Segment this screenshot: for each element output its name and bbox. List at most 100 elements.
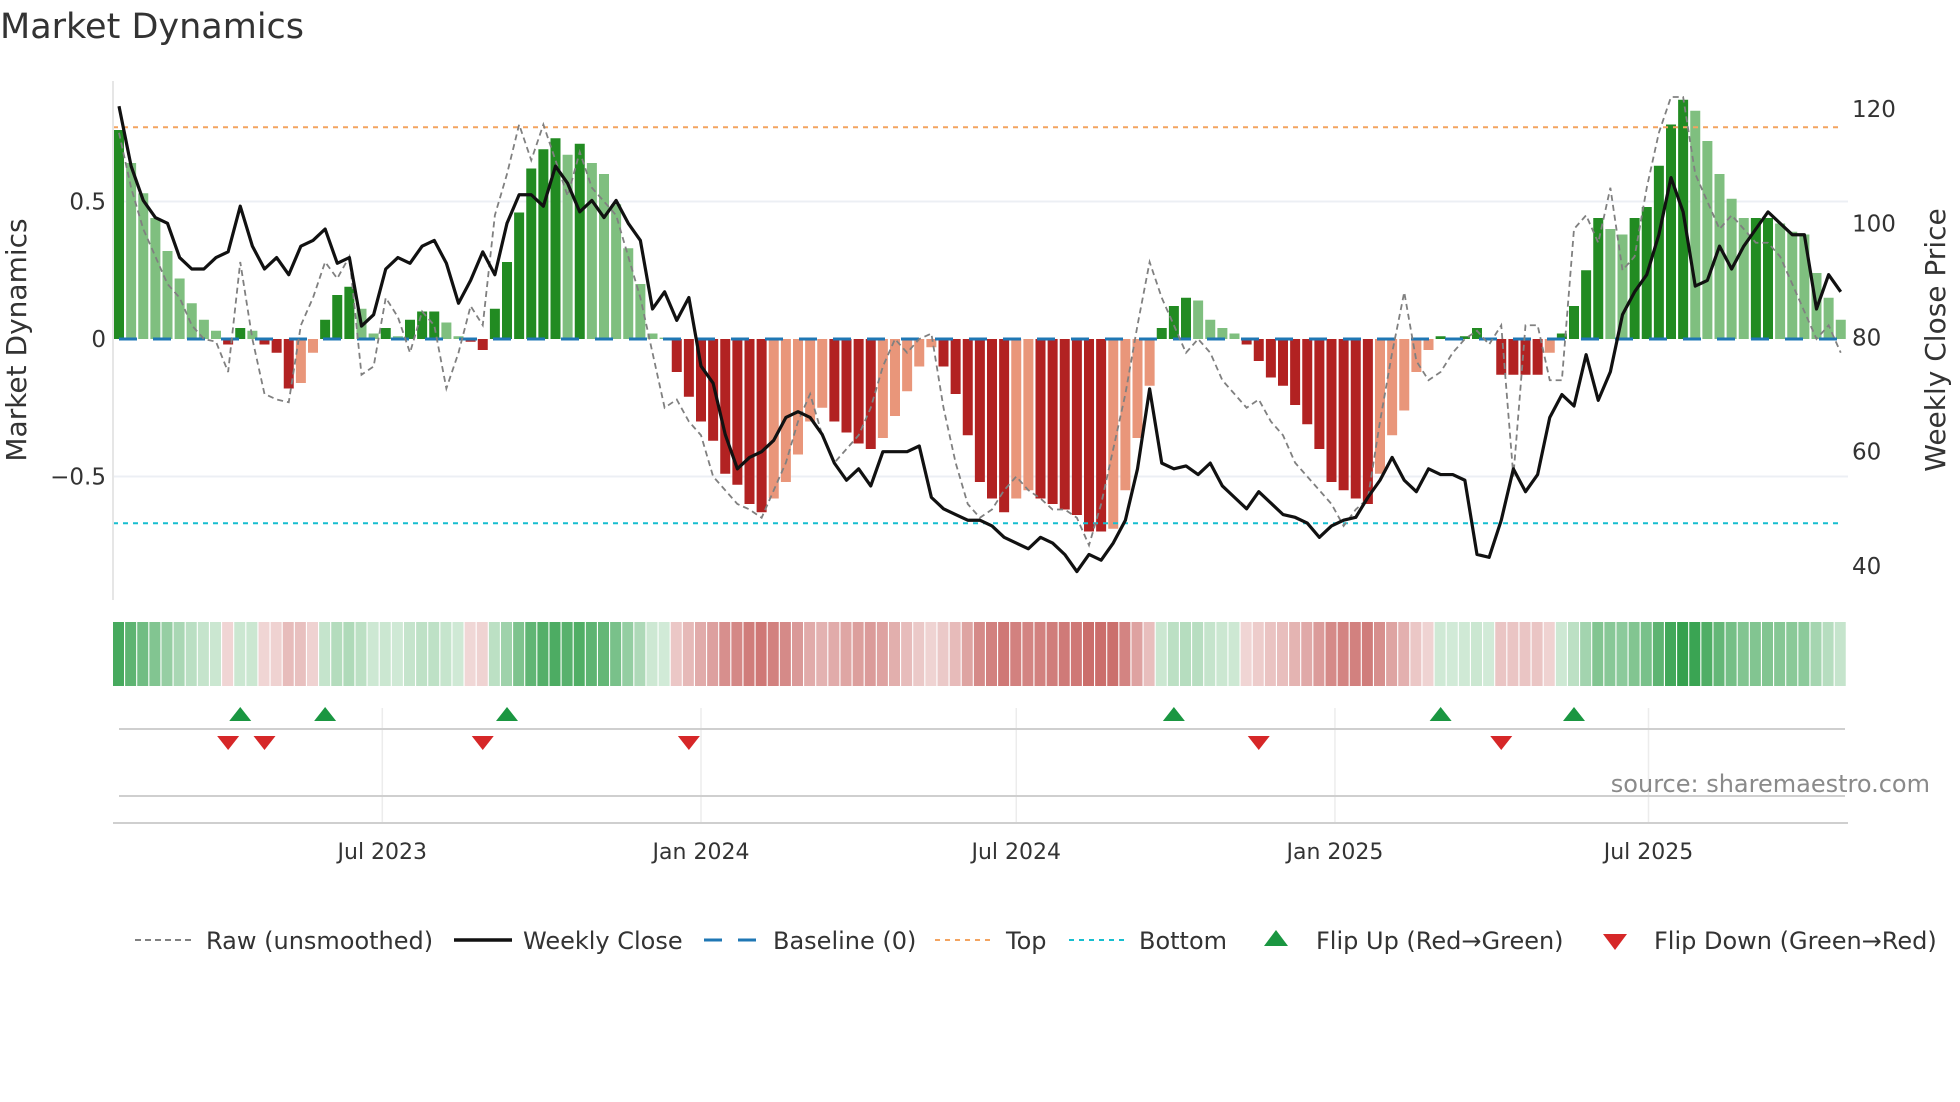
momentum-bar bbox=[1508, 339, 1519, 375]
regime-strip-cell bbox=[1301, 622, 1313, 686]
momentum-bar bbox=[586, 163, 597, 339]
legend-label: Raw (unsmoothed) bbox=[206, 927, 433, 955]
regime-strip-cell bbox=[1677, 622, 1689, 686]
regime-strip-cell bbox=[307, 622, 318, 686]
momentum-bar bbox=[720, 339, 731, 474]
momentum-bar bbox=[1496, 339, 1507, 375]
momentum-bar bbox=[295, 339, 306, 383]
regime-strip-cell bbox=[1058, 622, 1070, 686]
regime-strip-cell bbox=[598, 622, 609, 686]
regime-strip-cell bbox=[864, 622, 876, 686]
regime-strip-cell bbox=[561, 622, 573, 686]
momentum-bar bbox=[1217, 328, 1228, 339]
regime-strip-cell bbox=[1034, 622, 1046, 686]
regime-strip-cell bbox=[1325, 622, 1337, 686]
regime-strip-cell bbox=[973, 622, 985, 686]
regime-strip-cell bbox=[913, 622, 925, 686]
regime-strip-cell bbox=[1422, 622, 1434, 686]
momentum-bar bbox=[1593, 218, 1604, 339]
momentum-bar bbox=[174, 278, 185, 339]
momentum-bar bbox=[1047, 339, 1058, 504]
legend-label: Weekly Close bbox=[523, 927, 683, 955]
regime-strip-cell bbox=[1192, 622, 1204, 686]
momentum-bar bbox=[950, 339, 961, 394]
momentum-bar bbox=[1011, 339, 1022, 499]
momentum-bar bbox=[1314, 339, 1325, 449]
regime-strip-cell bbox=[901, 622, 913, 686]
regime-strip-cell bbox=[1580, 622, 1592, 686]
momentum-bar bbox=[235, 328, 246, 339]
regime-strip-cell bbox=[1095, 622, 1107, 686]
regime-strip-cell bbox=[1483, 622, 1495, 686]
regime-strip-cell bbox=[1070, 622, 1082, 686]
momentum-bar bbox=[1168, 306, 1179, 339]
regime-strip-cell bbox=[949, 622, 961, 686]
regime-strip-cell bbox=[549, 622, 561, 686]
momentum-bar bbox=[1108, 339, 1119, 529]
momentum-bar bbox=[914, 339, 925, 367]
regime-strip-cell bbox=[731, 622, 743, 686]
regime-strip-cell bbox=[1604, 622, 1616, 686]
flip-up-marker bbox=[1162, 707, 1185, 721]
regime-strip-cell bbox=[440, 622, 452, 686]
momentum-bar bbox=[1096, 339, 1107, 532]
regime-strip-cell bbox=[1167, 622, 1179, 686]
regime-strip-cell bbox=[210, 622, 221, 686]
momentum-bar bbox=[1362, 339, 1373, 504]
momentum-bar bbox=[1229, 333, 1240, 339]
regime-strip-cell bbox=[1313, 622, 1325, 686]
regime-strip-cell bbox=[767, 622, 779, 686]
momentum-bar bbox=[1132, 339, 1143, 438]
regime-strip-cell bbox=[161, 622, 173, 686]
regime-strip-cell bbox=[1737, 622, 1749, 686]
legend-label: Top bbox=[1005, 927, 1047, 955]
regime-strip-cell bbox=[1240, 622, 1252, 686]
x-tick-label: Jan 2024 bbox=[651, 840, 750, 865]
regime-strip-cell bbox=[889, 622, 900, 686]
momentum-bar bbox=[320, 319, 331, 339]
regime-strip-cell bbox=[476, 622, 488, 686]
regime-strip-cell bbox=[792, 622, 803, 686]
regime-strip-cell bbox=[137, 622, 149, 686]
momentum-bar bbox=[1690, 110, 1701, 339]
regime-strip-cell bbox=[1155, 622, 1167, 686]
regime-strip-cell bbox=[719, 622, 731, 686]
momentum-bar bbox=[1071, 339, 1082, 515]
momentum-bar bbox=[186, 303, 197, 339]
regime-strip-cell bbox=[634, 622, 646, 686]
flip-down-marker bbox=[253, 736, 276, 750]
momentum-bar bbox=[987, 339, 997, 499]
momentum-bar bbox=[1350, 339, 1361, 499]
regime-strip-cell bbox=[1616, 622, 1628, 686]
momentum-bar bbox=[1253, 339, 1264, 361]
momentum-bar bbox=[441, 322, 452, 339]
momentum-bar bbox=[683, 339, 694, 397]
momentum-bar bbox=[1399, 339, 1410, 411]
regime-strip-cell bbox=[610, 622, 622, 686]
momentum-bar bbox=[611, 204, 622, 339]
regime-strip-cell bbox=[755, 622, 767, 686]
momentum-bar bbox=[1569, 306, 1579, 339]
momentum-bar bbox=[1144, 339, 1155, 386]
regime-strip-cell bbox=[1083, 622, 1094, 686]
regime-strip-cell bbox=[1337, 622, 1349, 686]
regime-strip-cell bbox=[1264, 622, 1276, 686]
regime-strip-cell bbox=[1762, 622, 1773, 686]
regime-strip-cell bbox=[658, 622, 670, 686]
regime-strip-cell bbox=[1398, 622, 1410, 686]
momentum-bar bbox=[162, 251, 173, 339]
regime-strip-cell bbox=[379, 622, 391, 686]
momentum-bar bbox=[1532, 339, 1543, 375]
regime-strip-cell bbox=[876, 622, 888, 686]
regime-strip-cell bbox=[391, 622, 403, 686]
flip-down-marker bbox=[217, 736, 240, 750]
momentum-bar bbox=[1775, 223, 1786, 339]
momentum-bar bbox=[865, 339, 876, 449]
regime-strip-cell bbox=[1277, 622, 1288, 686]
flip-up-marker bbox=[314, 707, 337, 721]
momentum-bar bbox=[926, 339, 937, 348]
momentum-bar bbox=[1702, 141, 1713, 339]
regime-strip-cell bbox=[646, 622, 658, 686]
momentum-bar bbox=[974, 339, 985, 482]
legend-label: Flip Down (Green→Red) bbox=[1654, 927, 1937, 955]
